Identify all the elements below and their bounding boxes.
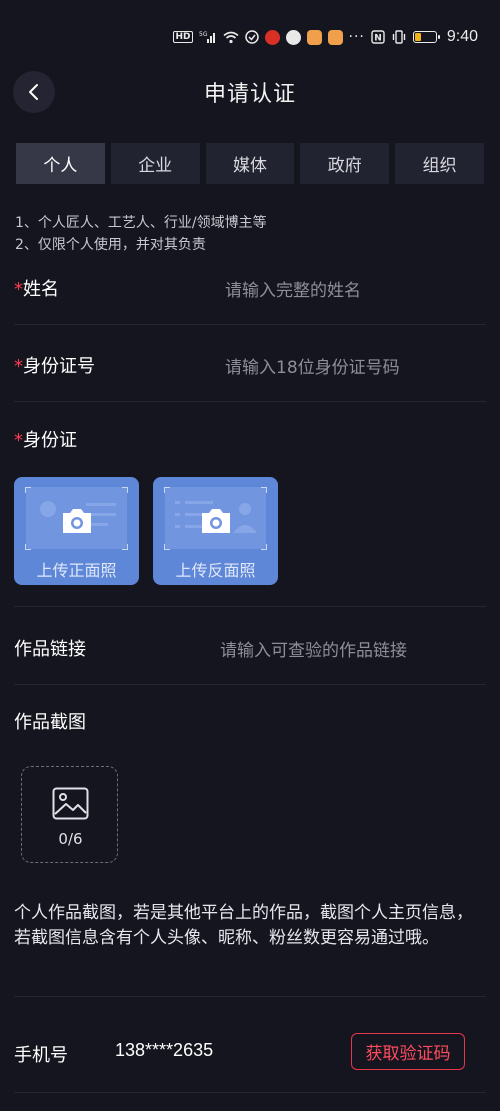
- more-notifications-icon: ···: [348, 29, 365, 45]
- id-card-label-text: 身份证: [23, 430, 77, 451]
- status-icons: HD 5G ··· N 9:40: [173, 26, 478, 48]
- add-screenshot-button[interactable]: 0/6: [21, 766, 118, 863]
- tab-personal[interactable]: 个人: [16, 143, 105, 184]
- screenshot-hint: 个人作品截图，若是其他平台上的作品，截图个人主页信息，若截图信息含有个人头像、昵…: [14, 903, 473, 948]
- work-link-label: 作品链接: [14, 639, 86, 660]
- image-icon: [52, 787, 89, 820]
- screenshot-count: 0/6: [58, 830, 83, 848]
- vibrate-icon: [391, 30, 407, 44]
- message-app-icon: [327, 29, 343, 45]
- page-title: 申请认证: [203, 82, 296, 107]
- work-screenshot-label: 作品截图: [14, 712, 86, 733]
- divider: [14, 324, 486, 325]
- divider: [14, 684, 486, 685]
- phone-label: 手机号: [14, 1045, 68, 1066]
- battery-level: [414, 33, 421, 41]
- phone-number: 138****2635: [115, 1040, 214, 1060]
- upload-back-label: 上传反面照: [175, 561, 256, 580]
- name-input[interactable]: 请输入完整的姓名: [225, 276, 361, 301]
- required-mark: *: [14, 430, 23, 451]
- divider: [14, 606, 486, 607]
- name-label-text: 姓名: [23, 279, 59, 300]
- name-label: *姓名: [14, 275, 59, 301]
- divider: [14, 401, 486, 402]
- battery-icon: [412, 31, 440, 43]
- required-mark: *: [14, 279, 23, 300]
- shield-app-icon: [244, 30, 259, 44]
- description-line-2: 2、仅限个人使用，并对其负责: [15, 237, 206, 253]
- id-number-input[interactable]: 请输入18位身份证号码: [225, 353, 400, 378]
- hd-icon: HD: [173, 31, 193, 43]
- tab-media[interactable]: 媒体: [205, 143, 295, 184]
- work-link-input[interactable]: 请输入可查验的作品链接: [220, 636, 407, 661]
- camera-icon: [63, 509, 91, 533]
- nfc-icon: N: [371, 30, 385, 44]
- upload-front-label: 上传正面照: [36, 561, 117, 580]
- tab-government[interactable]: 政府: [300, 143, 390, 184]
- get-code-button[interactable]: 获取验证码: [351, 1033, 465, 1070]
- app-notification-icon: [285, 29, 301, 45]
- camera-icon: [202, 509, 230, 533]
- nfc-label: N: [374, 34, 382, 44]
- upload-front-button[interactable]: 上传正面照: [14, 477, 139, 585]
- upload-back-button[interactable]: 上传反面照: [153, 477, 278, 585]
- id-number-label-text: 身份证号: [23, 356, 95, 377]
- tab-organization[interactable]: 组织: [395, 143, 484, 184]
- wifi-icon: [222, 31, 239, 44]
- divider: [14, 996, 486, 997]
- status-time: 9:40: [446, 28, 478, 45]
- tab-enterprise[interactable]: 企业: [110, 143, 200, 184]
- signal-icon: 5G: [199, 30, 217, 44]
- required-mark: *: [14, 356, 23, 377]
- network-label: 5G: [199, 31, 208, 38]
- app-notification-icon: [264, 29, 280, 45]
- divider: [14, 1092, 486, 1093]
- id-card-label: *身份证: [14, 426, 77, 452]
- status-bar: HD 5G ··· N 9:40: [0, 0, 500, 74]
- message-app-icon: [306, 29, 322, 45]
- category-tabs: 个人 企业 媒体 政府 组织: [16, 143, 484, 184]
- id-number-label: *身份证号: [14, 352, 95, 378]
- description-line-1: 1、个人匠人、工艺人、行业/领域博主等: [15, 215, 267, 231]
